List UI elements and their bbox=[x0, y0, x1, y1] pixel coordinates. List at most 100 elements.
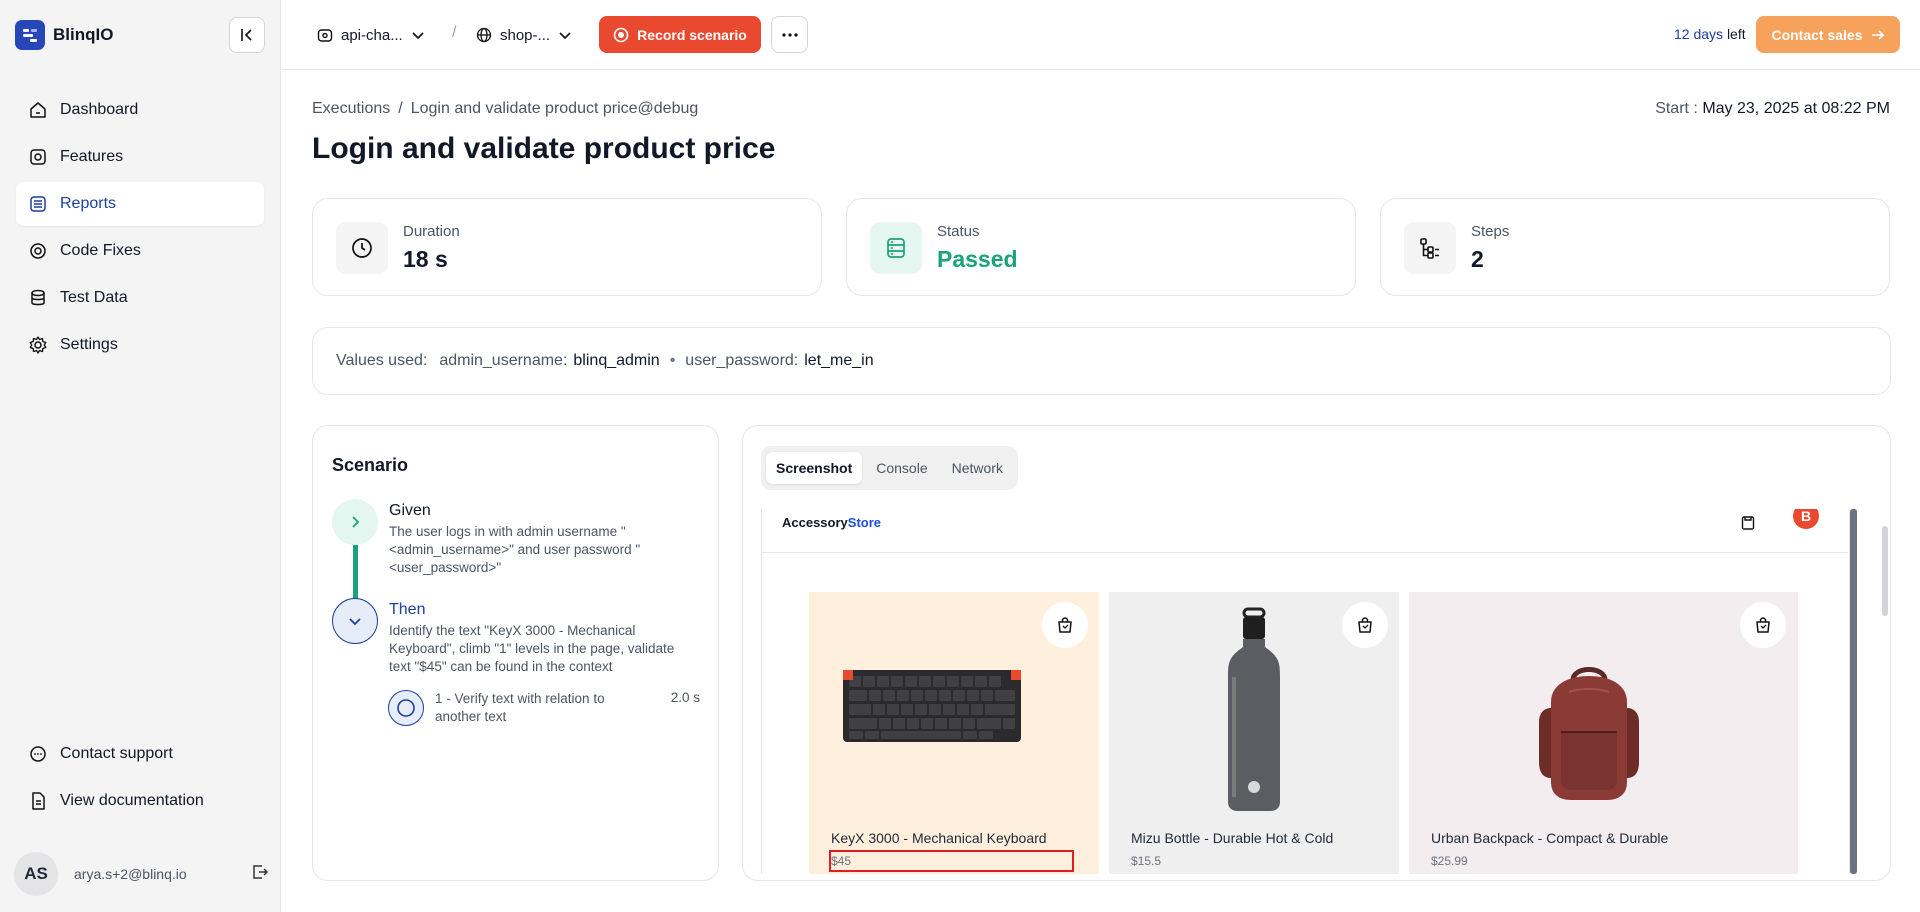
collapse-sidebar-button[interactable] bbox=[229, 17, 265, 53]
environment-select[interactable]: shop-... bbox=[476, 20, 572, 50]
brand[interactable]: BlinqIO bbox=[15, 20, 113, 50]
scenario-panel: Scenario Given The user logs in with adm… bbox=[312, 425, 719, 881]
screenshot-scroll-thumb[interactable] bbox=[1850, 509, 1857, 874]
sidebar: BlinqIO Dashboard Features Reports Code … bbox=[0, 0, 281, 912]
sidebar-item-settings[interactable]: Settings bbox=[16, 323, 264, 367]
contact-sales-label: Contact sales bbox=[1771, 26, 1863, 43]
given-keyword: Given bbox=[389, 502, 431, 519]
substep-status[interactable] bbox=[388, 690, 424, 726]
project-select[interactable]: api-cha... bbox=[317, 20, 425, 50]
values-separator: • bbox=[669, 352, 676, 369]
sidebar-item-features[interactable]: Features bbox=[16, 135, 264, 179]
product-price: $15.5 bbox=[1131, 854, 1162, 868]
sidebar-item-label: Reports bbox=[60, 195, 117, 212]
project-name: api-cha... bbox=[341, 26, 403, 44]
tab-network[interactable]: Network bbox=[942, 452, 1013, 484]
panel-scrollbar[interactable] bbox=[1882, 526, 1888, 616]
view-documentation-link[interactable]: View documentation bbox=[16, 779, 264, 823]
chevron-right-icon bbox=[352, 516, 360, 528]
logout-button[interactable] bbox=[250, 862, 270, 886]
bottle-image bbox=[1228, 607, 1280, 811]
sidebar-bottom: Contact support View documentation bbox=[16, 732, 264, 826]
tab-screenshot[interactable]: Screenshot bbox=[766, 452, 863, 484]
duration-value: 18 s bbox=[403, 246, 448, 272]
chat-icon bbox=[30, 746, 46, 762]
duration-card: Duration 18 s bbox=[312, 198, 822, 296]
start-time: Start : May 23, 2025 at 08:22 PM bbox=[1655, 100, 1890, 118]
breadcrumb-executions[interactable]: Executions bbox=[312, 100, 390, 118]
add-to-bag-icon bbox=[1042, 602, 1088, 648]
tab-console[interactable]: Console bbox=[866, 452, 937, 484]
topbar: api-cha... / shop-... Record scenario 12… bbox=[281, 0, 1920, 70]
trial-remaining: 12 days left bbox=[1674, 26, 1746, 42]
steps-card: Steps 2 bbox=[1380, 198, 1890, 296]
match-highlight bbox=[829, 850, 1074, 872]
record-scenario-button[interactable]: Record scenario bbox=[599, 16, 761, 53]
screenshot-scrollbar[interactable] bbox=[1849, 509, 1857, 874]
admin-username-key: admin_username: bbox=[439, 352, 568, 369]
steps-value: 2 bbox=[1471, 246, 1484, 272]
collapse-icon bbox=[241, 29, 252, 41]
topbar-separator: / bbox=[452, 24, 457, 41]
status-icon bbox=[870, 222, 922, 274]
trial-days: 12 days bbox=[1674, 26, 1724, 42]
contact-support-label: Contact support bbox=[60, 745, 173, 762]
sidebar-item-code-fixes[interactable]: Code Fixes bbox=[16, 229, 264, 273]
then-step-toggle[interactable] bbox=[332, 598, 378, 644]
steps-label: Steps bbox=[1471, 223, 1510, 240]
preview-tabs: Screenshot Console Network bbox=[761, 446, 1018, 490]
chevron-down-icon bbox=[349, 618, 361, 626]
substep-text: 1 - Verify text with relation to another… bbox=[435, 691, 605, 724]
add-to-bag-icon bbox=[1342, 602, 1388, 648]
chevron-down-icon bbox=[559, 32, 571, 40]
brand-logo-icon bbox=[15, 20, 45, 50]
breadcrumb-separator: / bbox=[398, 100, 403, 117]
store-name-a: Accessory bbox=[782, 515, 848, 530]
screenshot-view[interactable]: AccessoryStore B KeyX 3000 - Mechanical … bbox=[761, 509, 1857, 874]
product-card: Mizu Bottle - Durable Hot & Cold $15.5 bbox=[1109, 592, 1399, 874]
sidebar-item-label: Dashboard bbox=[60, 101, 139, 118]
duration-label: Duration bbox=[403, 223, 460, 240]
avatar[interactable]: AS bbox=[14, 852, 58, 896]
values-used: Values used: admin_username: blinq_admin… bbox=[312, 327, 1891, 395]
record-scenario-label: Record scenario bbox=[637, 26, 747, 43]
more-icon bbox=[781, 32, 798, 37]
sidebar-item-label: Settings bbox=[60, 336, 118, 353]
sidebar-item-test-data[interactable]: Test Data bbox=[16, 276, 264, 320]
user-email: arya.s+2@blinq.io bbox=[74, 866, 187, 882]
product-card: KeyX 3000 - Mechanical Keyboard $45 bbox=[809, 592, 1099, 874]
add-to-bag-icon bbox=[1740, 602, 1786, 648]
record-icon bbox=[613, 27, 629, 42]
brand-name: BlinqIO bbox=[53, 25, 114, 44]
reports-icon bbox=[30, 196, 46, 212]
product-name: Urban Backpack - Compact & Durable bbox=[1431, 830, 1669, 846]
sidebar-nav: Dashboard Features Reports Code Fixes Te… bbox=[16, 88, 264, 370]
product-name: KeyX 3000 - Mechanical Keyboard bbox=[831, 830, 1047, 846]
scenario-title: Scenario bbox=[332, 455, 409, 475]
product-price: $25.99 bbox=[1431, 854, 1468, 868]
store-logo: AccessoryStore bbox=[782, 515, 881, 530]
steps-icon bbox=[1404, 222, 1456, 274]
view-documentation-label: View documentation bbox=[60, 792, 204, 809]
step-connector bbox=[353, 545, 358, 599]
sidebar-item-dashboard[interactable]: Dashboard bbox=[16, 88, 264, 132]
contact-support-link[interactable]: Contact support bbox=[16, 732, 264, 776]
preview-panel: Screenshot Console Network AccessoryStor… bbox=[742, 425, 1891, 881]
start-label: Start : bbox=[1655, 100, 1698, 117]
chevron-down-icon bbox=[412, 32, 424, 40]
backpack-image bbox=[1539, 667, 1639, 800]
breadcrumb: Executions / Login and validate product … bbox=[312, 100, 698, 118]
user-password-key: user_password: bbox=[685, 352, 799, 369]
trial-suffix: left bbox=[1726, 26, 1746, 42]
start-value: May 23, 2025 at 08:22 PM bbox=[1702, 100, 1890, 117]
breadcrumb-current: Login and validate product price@debug bbox=[410, 100, 699, 117]
store-cart-icon bbox=[1740, 515, 1756, 535]
given-step-toggle[interactable] bbox=[332, 499, 378, 545]
contact-sales-button[interactable]: Contact sales bbox=[1756, 16, 1900, 53]
sidebar-item-reports[interactable]: Reports bbox=[16, 182, 264, 226]
more-options-button[interactable] bbox=[771, 16, 808, 53]
globe-icon bbox=[476, 27, 492, 43]
then-keyword: Then bbox=[389, 601, 426, 618]
status-label: Status bbox=[937, 223, 980, 240]
page-title: Login and validate product price bbox=[312, 132, 776, 165]
